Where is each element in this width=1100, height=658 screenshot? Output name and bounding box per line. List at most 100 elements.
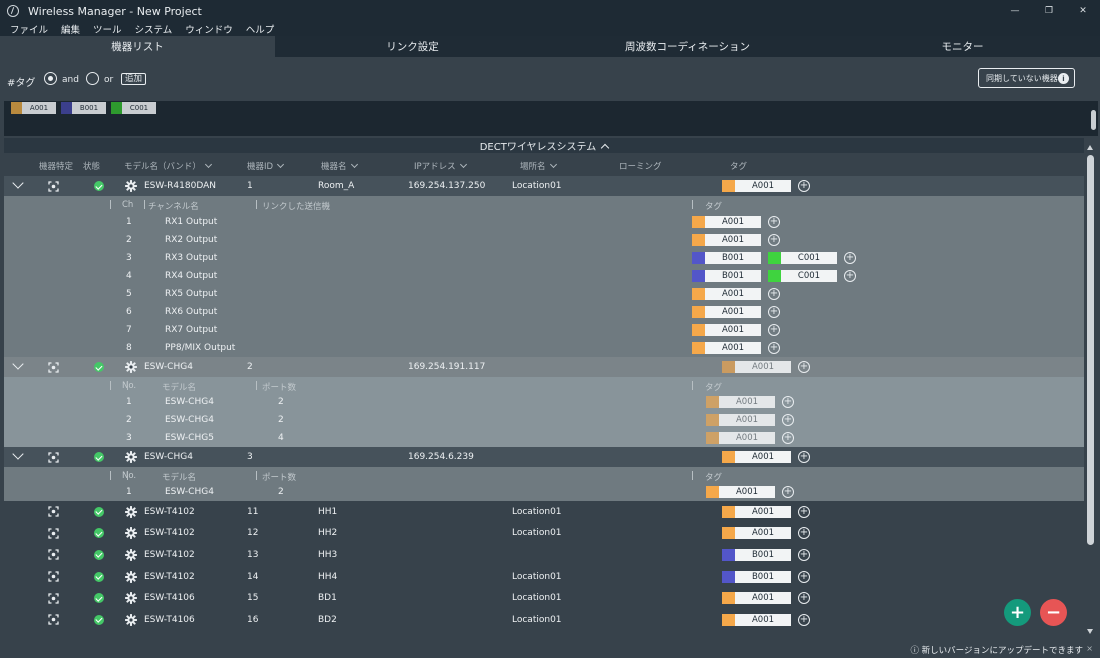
tab-device-list[interactable]: 機器リスト [0,36,275,57]
col-model[interactable]: モデル名（バンド） [124,160,212,172]
identify-device-icon[interactable] [48,361,59,373]
identify-device-icon[interactable] [48,593,59,604]
vertical-scrollbar[interactable] [1085,143,1096,638]
tab-monitor[interactable]: モニター [825,36,1100,57]
identify-device-icon[interactable] [48,571,59,582]
scrollbar-thumb[interactable] [1087,155,1094,545]
add-tag-icon[interactable]: + [798,592,810,605]
sub-row[interactable]: 1 ESW-CHG4 2 A001 + [4,393,1084,411]
device-row[interactable]: ESW-T4102 12 HH2 Location01 A001 + [4,522,1084,545]
col-location[interactable]: 場所名 [520,160,557,172]
sub-row[interactable]: 6 RX6 Output A001 + [4,303,1084,321]
tag-label[interactable]: A001 [706,432,775,444]
collapse-chevron-icon[interactable] [12,358,24,370]
col-roaming[interactable]: ローミング [619,160,662,172]
col-device-id[interactable]: 機器ID [247,160,285,172]
tag-label[interactable]: A001 [692,234,761,246]
minimize-button[interactable]: — [998,0,1032,22]
device-row[interactable]: ESW-T4102 14 HH4 Location01 B001 + [4,565,1084,588]
device-row[interactable]: ESW-R4180DAN 1 Room_A 169.254.137.250 Locati… [4,176,1084,196]
sub-row[interactable]: 5 RX5 Output A001 + [4,285,1084,303]
tag-label[interactable]: A001 [692,342,761,354]
sub-row[interactable]: 4 RX4 Output B001 C001 + [4,267,1084,285]
gear-icon[interactable] [125,505,137,518]
sub-row[interactable]: 3 ESW-CHG5 4 A001 + [4,429,1084,447]
tag-label[interactable]: B001 [722,570,791,583]
tag-label[interactable]: A001 [722,527,791,540]
tag-label[interactable]: A001 [692,306,761,318]
add-tag-icon[interactable]: + [768,234,780,246]
collapse-chevron-icon[interactable] [12,177,24,189]
tag-label[interactable]: A001 [722,451,791,463]
update-message[interactable]: ⓘ 新しいバージョンにアップデートできます [910,644,1083,656]
scroll-down-icon[interactable] [1087,629,1093,634]
identify-device-icon[interactable] [48,506,59,517]
tag-label[interactable]: A001 [692,324,761,336]
col-device-name[interactable]: 機器名 [321,160,358,172]
tag-label[interactable]: A001 [722,180,791,192]
device-row[interactable]: ESW-T4106 15 BD1 Location01 A001 + [4,587,1084,609]
add-tag-icon[interactable]: + [798,361,810,373]
sub-row[interactable]: 1 RX1 Output A001 + [4,213,1084,231]
and-radio[interactable] [44,72,57,85]
device-row[interactable]: ESW-T4102 11 HH1 Location01 A001 + [4,501,1084,523]
col-status[interactable]: 状態 [83,160,100,172]
tab-link-settings[interactable]: リンク設定 [275,36,550,57]
add-tag-icon[interactable]: + [782,414,794,426]
identify-device-icon[interactable] [48,451,59,463]
tag-label[interactable]: A001 [706,396,775,408]
gear-icon[interactable] [125,613,137,626]
add-tag-icon[interactable]: + [782,486,794,498]
chip-bar-scrollbar[interactable] [1091,110,1096,130]
device-row[interactable]: ESW-T4102 13 HH3 B001 + [4,544,1084,566]
gear-icon[interactable] [125,592,137,605]
col-ip[interactable]: IPアドレス [414,160,467,172]
identify-device-icon[interactable] [48,549,59,561]
tag-chip[interactable]: B001 [61,102,106,114]
tag-label[interactable]: A001 [692,288,761,300]
add-tag-icon[interactable]: + [798,548,810,561]
device-row[interactable]: ESW-CHG4 3 169.254.6.239 A001 + [4,447,1084,467]
gear-icon[interactable] [125,548,137,561]
gear-icon[interactable] [125,180,137,192]
tag-chip[interactable]: A001 [11,102,56,114]
add-tag-icon[interactable]: + [782,396,794,408]
identify-device-icon[interactable] [48,180,59,192]
col-tag[interactable]: タグ [730,160,747,172]
menu-system[interactable]: システム [135,22,173,36]
add-tag-icon[interactable]: + [768,324,780,336]
add-tag-icon[interactable]: + [798,527,810,540]
close-button[interactable]: ✕ [1066,0,1100,22]
add-tag-icon[interactable]: + [798,180,810,192]
tag-label[interactable]: A001 [722,505,791,518]
remove-device-button[interactable]: − [1040,599,1067,626]
tag-label[interactable]: B001 [722,548,791,561]
device-row[interactable]: ESW-T4106 16 BD2 Location01 A001 + [4,609,1084,631]
gear-icon[interactable] [125,570,137,583]
identify-device-icon[interactable] [48,528,59,539]
menu-window[interactable]: ウィンドウ [185,22,233,36]
or-radio[interactable] [86,72,99,85]
tab-frequency-coordination[interactable]: 周波数コーディネーション [550,36,825,57]
device-row[interactable]: ESW-CHG4 2 169.254.191.117 A001 + [4,357,1084,377]
unsynced-devices-button[interactable]: 同期していない機器 i [978,68,1075,88]
sub-row[interactable]: 3 RX3 Output B001 C001 + [4,249,1084,267]
sub-row[interactable]: 2 RX2 Output A001 + [4,231,1084,249]
add-tag-icon[interactable]: + [768,342,780,354]
gear-icon[interactable] [125,451,137,463]
add-tag-button[interactable]: 追加 [121,73,147,85]
menu-edit[interactable]: 編集 [61,22,80,36]
add-tag-icon[interactable]: + [798,451,810,463]
tag-label[interactable]: A001 [706,486,775,498]
gear-icon[interactable] [125,527,137,540]
add-tag-icon[interactable]: + [768,216,780,228]
add-tag-icon[interactable]: + [798,570,810,583]
collapse-chevron-icon[interactable] [12,448,24,460]
tag-label[interactable]: A001 [706,414,775,426]
tag-label[interactable]: C001 [768,252,837,264]
tag-label[interactable]: B001 [692,252,761,264]
tag-chip[interactable]: C001 [111,102,156,114]
add-tag-icon[interactable]: + [768,288,780,300]
close-icon[interactable]: × [1086,644,1093,653]
identify-device-icon[interactable] [48,614,59,625]
